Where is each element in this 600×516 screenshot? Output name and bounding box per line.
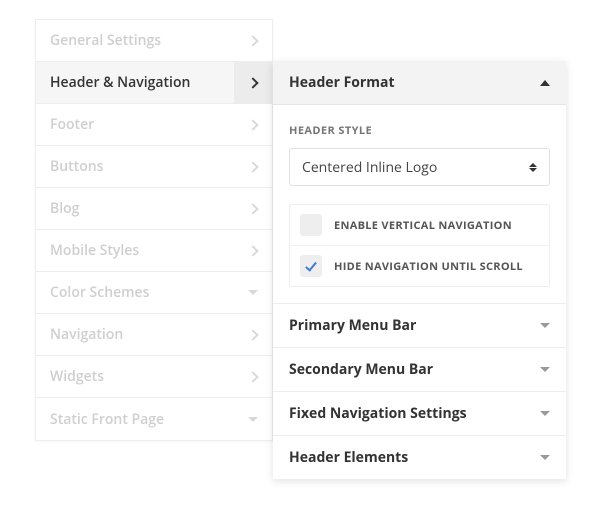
sidebar-item-label: Footer	[50, 115, 94, 134]
chevron-right-icon	[234, 188, 272, 230]
field-label-header-style: HEADER STYLE	[289, 123, 550, 138]
sidebar-item-static-front-page[interactable]: Static Front Page	[36, 398, 272, 440]
select-value: Centered Inline Logo	[302, 158, 437, 177]
caret-down-icon	[540, 455, 550, 460]
sidebar-item-blog[interactable]: Blog	[36, 188, 272, 230]
sidebar-item-footer[interactable]: Footer	[36, 104, 272, 146]
panel-section-header-format[interactable]: Header Format	[273, 61, 566, 105]
toggle-group: ENABLE VERTICAL NAVIGATION HIDE NAVIGATI…	[289, 204, 550, 287]
sidebar-item-widgets[interactable]: Widgets	[36, 356, 272, 398]
chevron-right-icon	[234, 20, 272, 62]
chevron-right-icon	[234, 62, 272, 104]
header-style-select[interactable]: Centered Inline Logo	[289, 148, 550, 186]
panel-body: HEADER STYLE Centered Inline Logo ENABLE…	[273, 105, 566, 303]
accordion-primary-menu-bar[interactable]: Primary Menu Bar	[273, 303, 566, 347]
sidebar-item-label: Buttons	[50, 157, 103, 176]
caret-down-icon	[234, 272, 272, 314]
checkbox[interactable]	[300, 214, 322, 236]
sidebar-item-label: Navigation	[50, 325, 123, 344]
checkbox[interactable]	[300, 255, 322, 277]
accordion-label: Secondary Menu Bar	[289, 360, 433, 379]
chevron-right-icon	[234, 356, 272, 398]
sidebar-item-mobile-styles[interactable]: Mobile Styles	[36, 230, 272, 272]
chevron-right-icon	[234, 230, 272, 272]
chevron-right-icon	[234, 146, 272, 188]
settings-sidebar: General Settings Header & Navigation Foo…	[35, 19, 273, 441]
sidebar-item-navigation[interactable]: Navigation	[36, 314, 272, 356]
chevron-right-icon	[234, 314, 272, 356]
accordion-fixed-navigation-settings[interactable]: Fixed Navigation Settings	[273, 391, 566, 435]
sidebar-item-label: Widgets	[50, 367, 104, 386]
caret-down-icon	[540, 367, 550, 372]
accordion-label: Fixed Navigation Settings	[289, 404, 467, 423]
caret-down-icon	[540, 323, 550, 328]
toggle-enable-vertical-navigation[interactable]: ENABLE VERTICAL NAVIGATION	[290, 205, 549, 245]
sidebar-item-header-navigation[interactable]: Header & Navigation	[36, 62, 272, 104]
sidebar-item-label: Static Front Page	[50, 410, 164, 429]
sidebar-item-general-settings[interactable]: General Settings	[36, 20, 272, 62]
toggle-hide-navigation-until-scroll[interactable]: HIDE NAVIGATION UNTIL SCROLL	[290, 245, 549, 286]
accordion-label: Header Elements	[289, 448, 408, 467]
toggle-label: HIDE NAVIGATION UNTIL SCROLL	[334, 259, 523, 274]
caret-up-icon	[540, 80, 550, 86]
sidebar-item-buttons[interactable]: Buttons	[36, 146, 272, 188]
sidebar-item-label: Color Schemes	[50, 283, 149, 302]
accordion-label: Primary Menu Bar	[289, 316, 416, 335]
caret-down-icon	[540, 411, 550, 416]
accordion-secondary-menu-bar[interactable]: Secondary Menu Bar	[273, 347, 566, 391]
updown-caret-icon	[529, 163, 537, 172]
header-format-panel: Header Format HEADER STYLE Centered Inli…	[273, 61, 566, 479]
check-icon	[305, 259, 317, 271]
sidebar-item-label: Header & Navigation	[50, 73, 190, 92]
sidebar-item-label: Mobile Styles	[50, 241, 139, 260]
accordion-header-elements[interactable]: Header Elements	[273, 435, 566, 479]
caret-down-icon	[234, 398, 272, 440]
sidebar-item-label: General Settings	[50, 31, 161, 50]
sidebar-item-color-schemes[interactable]: Color Schemes	[36, 272, 272, 314]
panel-title: Header Format	[289, 73, 395, 92]
sidebar-item-label: Blog	[50, 199, 79, 218]
toggle-label: ENABLE VERTICAL NAVIGATION	[334, 218, 512, 233]
chevron-right-icon	[234, 104, 272, 146]
